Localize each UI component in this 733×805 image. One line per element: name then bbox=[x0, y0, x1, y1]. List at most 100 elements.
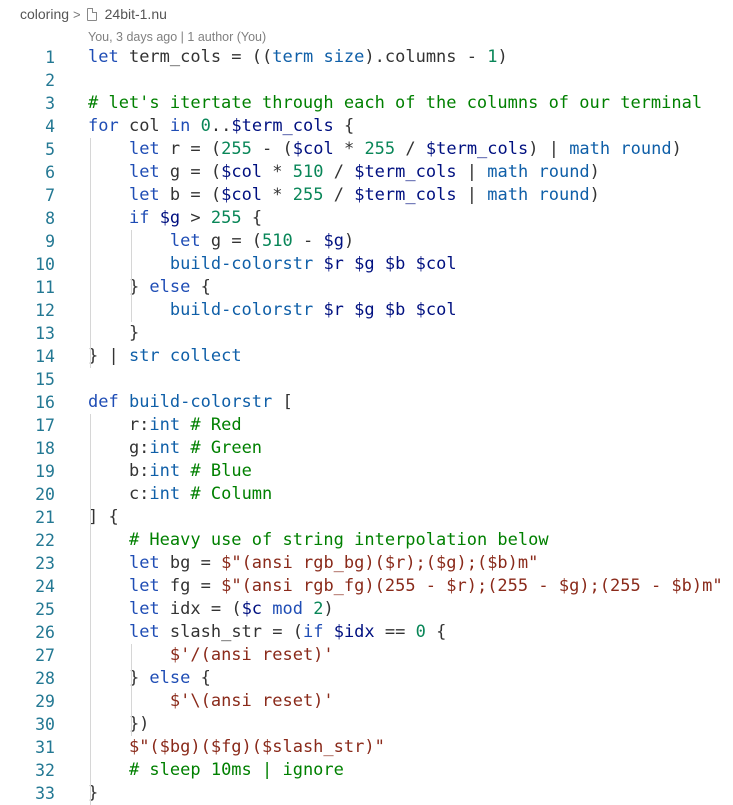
line-number: 24 bbox=[35, 577, 55, 596]
code-line[interactable]: 22 # Heavy use of string interpolation b… bbox=[0, 529, 733, 552]
line-number: 2 bbox=[45, 71, 55, 90]
line-number: 28 bbox=[35, 669, 55, 688]
code-text: # let's itertate through each of the col… bbox=[88, 93, 703, 113]
code-line[interactable]: 28 } else { bbox=[0, 667, 733, 690]
code-text: let term_cols = ((term size).columns - 1… bbox=[88, 47, 508, 67]
code-line[interactable]: 13 } bbox=[0, 322, 733, 345]
code-text: let g = ($col * 510 / $term_cols | math … bbox=[128, 162, 600, 182]
line-number: 13 bbox=[35, 324, 55, 343]
line-number: 1 bbox=[45, 48, 55, 67]
code-line[interactable]: 3 # let's itertate through each of the co… bbox=[0, 92, 733, 115]
code-line[interactable]: 1 let term_cols = ((term size).columns - … bbox=[0, 46, 733, 69]
line-number: 5 bbox=[45, 140, 55, 159]
code-text: let idx = ($c mod 2) bbox=[128, 599, 334, 619]
code-line[interactable]: 18 g:int # Green bbox=[0, 437, 733, 460]
line-number: 20 bbox=[35, 485, 55, 504]
code-text: r:int # Red bbox=[88, 415, 242, 435]
git-blame-annotation[interactable]: You, 3 days ago | 1 author (You) bbox=[88, 30, 266, 44]
code-line[interactable]: 10 build-colorstr $r $g $b $col bbox=[0, 253, 733, 276]
code-text: let slash_str = (if $idx == 0 { bbox=[128, 622, 447, 642]
code-line[interactable]: 2 bbox=[0, 69, 733, 92]
code-text: } else { bbox=[88, 668, 211, 688]
code-line[interactable]: 17 r:int # Red bbox=[0, 414, 733, 437]
code-text: let bg = $"(ansi rgb_bg)($r);($g);($b)m" bbox=[128, 553, 539, 573]
code-line[interactable]: 20 c:int # Column bbox=[0, 483, 733, 506]
code-line[interactable]: 26 let slash_str = (if $idx == 0 { bbox=[0, 621, 733, 644]
code-text: $'\(ansi reset)' bbox=[169, 691, 334, 711]
breadcrumb-file[interactable]: 24bit-1.nu bbox=[105, 6, 167, 22]
code-text: let r = (255 - ($col * 255 / $term_cols)… bbox=[128, 139, 682, 159]
line-number: 27 bbox=[35, 646, 55, 665]
line-number: 12 bbox=[35, 301, 55, 320]
line-number: 31 bbox=[35, 738, 55, 757]
code-text: g:int # Green bbox=[88, 438, 263, 458]
code-line[interactable]: 32 # sleep 10ms | ignore bbox=[0, 759, 733, 782]
code-text: let g = (510 - $g) bbox=[169, 231, 355, 251]
breadcrumb: coloring > 24bit-1.nu bbox=[0, 0, 733, 28]
line-number: 6 bbox=[45, 163, 55, 182]
line-number: 9 bbox=[45, 232, 55, 251]
line-number: 15 bbox=[35, 370, 55, 389]
code-line[interactable]: 24 let fg = $"(ansi rgb_fg)(255 - $r);(2… bbox=[0, 575, 733, 598]
line-number: 21 bbox=[35, 508, 55, 527]
code-text: build-colorstr $r $g $b $col bbox=[169, 300, 457, 320]
line-number: 16 bbox=[35, 393, 55, 412]
line-number: 32 bbox=[35, 761, 55, 780]
code-line[interactable]: 14 } | str collect bbox=[0, 345, 733, 368]
code-line[interactable]: 11 } else { bbox=[0, 276, 733, 299]
line-number: 25 bbox=[35, 600, 55, 619]
line-number: 4 bbox=[45, 117, 55, 136]
code-line[interactable]: 9 let g = (510 - $g) bbox=[0, 230, 733, 253]
code-line[interactable]: 4 for col in 0..$term_cols { bbox=[0, 115, 733, 138]
line-number: 22 bbox=[35, 531, 55, 550]
code-line[interactable]: 19 b:int # Blue bbox=[0, 460, 733, 483]
file-icon bbox=[86, 7, 97, 21]
code-text: $'/(ansi reset)' bbox=[169, 645, 334, 665]
code-text: # Heavy use of string interpolation belo… bbox=[128, 530, 549, 550]
line-number: 8 bbox=[45, 209, 55, 228]
code-line[interactable]: 5 let r = (255 - ($col * 255 / $term_col… bbox=[0, 138, 733, 161]
code-line[interactable]: 8 if $g > 255 { bbox=[0, 207, 733, 230]
indent-guide bbox=[130, 276, 132, 322]
indent-guide bbox=[90, 138, 91, 368]
code-line[interactable]: 29 $'\(ansi reset)' bbox=[0, 690, 733, 713]
line-number: 29 bbox=[35, 692, 55, 711]
line-number: 17 bbox=[35, 416, 55, 435]
code-line[interactable]: 12 build-colorstr $r $g $b $col bbox=[0, 299, 733, 322]
code-line[interactable]: 6 let g = ($col * 510 / $term_cols | mat… bbox=[0, 161, 733, 184]
code-text: if $g > 255 { bbox=[128, 208, 263, 228]
code-text: $"($bg)($fg)($slash_str)" bbox=[128, 737, 385, 757]
code-text: } | str collect bbox=[88, 346, 242, 366]
indent-guide bbox=[90, 414, 91, 529]
code-text: b:int # Blue bbox=[88, 461, 252, 481]
chevron-right-icon: > bbox=[73, 6, 81, 22]
line-number: 10 bbox=[35, 255, 55, 274]
line-number: 14 bbox=[35, 347, 55, 366]
line-number: 7 bbox=[45, 186, 55, 205]
breadcrumb-folder[interactable]: coloring bbox=[20, 6, 69, 22]
code-text: def build-colorstr [ bbox=[88, 392, 293, 412]
code-editor[interactable]: 1 let term_cols = ((term size).columns - … bbox=[0, 46, 733, 805]
line-number: 3 bbox=[45, 94, 55, 113]
code-line[interactable]: 27 $'/(ansi reset)' bbox=[0, 644, 733, 667]
code-line[interactable]: 30 }) bbox=[0, 713, 733, 736]
code-text: for col in 0..$term_cols { bbox=[88, 116, 355, 136]
line-number: 26 bbox=[35, 623, 55, 642]
code-line[interactable]: 23 let bg = $"(ansi rgb_bg)($r);($g);($b… bbox=[0, 552, 733, 575]
code-text: let b = ($col * 255 / $term_cols | math … bbox=[128, 185, 600, 205]
line-number: 30 bbox=[35, 715, 55, 734]
code-line[interactable]: 25 let idx = ($c mod 2) bbox=[0, 598, 733, 621]
line-number: 11 bbox=[35, 278, 55, 297]
code-line[interactable]: 15 bbox=[0, 368, 733, 391]
code-line[interactable]: 7 let b = ($col * 255 / $term_cols | mat… bbox=[0, 184, 733, 207]
code-text: let fg = $"(ansi rgb_fg)(255 - $r);(255 … bbox=[128, 576, 723, 596]
indent-guide bbox=[90, 529, 91, 805]
code-text: }) bbox=[88, 714, 150, 734]
line-number: 19 bbox=[35, 462, 55, 481]
code-line[interactable]: 21] { bbox=[0, 506, 733, 529]
code-text: } else { bbox=[88, 277, 211, 297]
code-line[interactable]: 31 $"($bg)($fg)($slash_str)" bbox=[0, 736, 733, 759]
code-text: } bbox=[88, 323, 140, 343]
code-line[interactable]: 16 def build-colorstr [ bbox=[0, 391, 733, 414]
indent-guide bbox=[130, 644, 132, 736]
